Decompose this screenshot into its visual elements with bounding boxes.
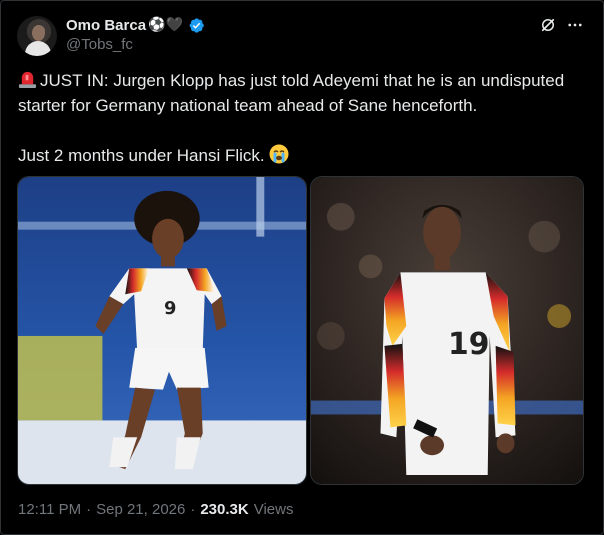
- tweet-meta: 12:11 PM · Sep 21, 2026 · 230.3K Views: [18, 501, 293, 518]
- more-icon[interactable]: [565, 15, 585, 35]
- media-photo-right[interactable]: 19: [310, 176, 584, 485]
- author-handle[interactable]: @Tobs_fc: [66, 36, 133, 53]
- tweet-date[interactable]: Sep 21, 2026: [96, 501, 185, 518]
- tweet-text: JUST IN: Jurgen Klopp has just told Adey…: [18, 68, 588, 168]
- author-name-row[interactable]: Omo Barca ⚽🖤: [66, 15, 205, 35]
- tweet-line-1: JUST IN: Jurgen Klopp has just told Adey…: [18, 68, 588, 118]
- tweet-time[interactable]: 12:11 PM: [18, 501, 81, 518]
- player-photo-left: 9: [18, 177, 306, 484]
- avatar-body: [25, 41, 51, 56]
- display-name[interactable]: Omo Barca: [66, 17, 146, 34]
- grok-icon[interactable]: [538, 15, 558, 35]
- tweet-line-2: Just 2 months under Hansi Flick.: [18, 143, 588, 168]
- player-photo-right: 19: [311, 177, 583, 484]
- avatar-head: [32, 25, 45, 41]
- siren-emoji: [18, 71, 37, 88]
- media-photo-left[interactable]: 9: [17, 176, 307, 485]
- verified-badge-icon: [189, 17, 204, 33]
- avatar[interactable]: [17, 16, 57, 56]
- views-label: Views: [253, 501, 294, 518]
- tweet-card[interactable]: Omo Barca ⚽🖤 @Tobs_fc JUST IN: Jurgen Kl…: [0, 0, 604, 535]
- shirt-number-right: 19: [448, 327, 489, 362]
- meta-separator: ·: [86, 501, 92, 518]
- tweet-line-1-text: JUST IN: Jurgen Klopp has just told Adey…: [18, 71, 565, 115]
- shirt-number-left: 9: [164, 298, 176, 319]
- meta-separator-2: ·: [190, 501, 196, 518]
- views-count[interactable]: 230.3K: [200, 501, 248, 518]
- loudly-crying-face-emoji: [269, 144, 289, 164]
- tweet-line-2-text: Just 2 months under Hansi Flick.: [18, 146, 265, 165]
- name-emojis: ⚽🖤: [148, 17, 183, 33]
